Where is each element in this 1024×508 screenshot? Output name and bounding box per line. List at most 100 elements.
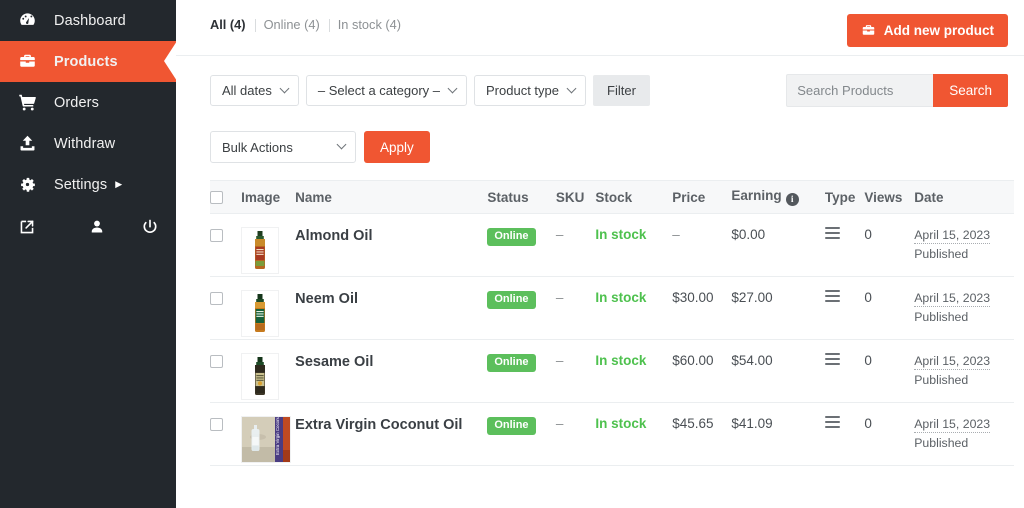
product-type-icon[interactable] bbox=[824, 227, 840, 239]
header-type: Type bbox=[824, 180, 865, 214]
product-thumbnail[interactable]: Extra Virgin Coconut Oil bbox=[241, 416, 292, 463]
product-sku: – bbox=[555, 227, 564, 242]
product-stock: In stock bbox=[595, 290, 647, 305]
date-filter-select[interactable]: All dates bbox=[210, 75, 299, 106]
product-price: – bbox=[672, 227, 680, 242]
product-sku: – bbox=[555, 416, 564, 431]
product-type-icon[interactable] bbox=[824, 290, 840, 302]
select-all-checkbox[interactable] bbox=[210, 191, 223, 205]
product-views: 0 bbox=[864, 290, 872, 305]
products-table-wrapper: Image Name Status SKU Stock Price Earnin… bbox=[176, 163, 1024, 466]
info-icon[interactable]: i bbox=[785, 193, 799, 207]
product-views: 0 bbox=[864, 416, 872, 431]
header-views: Views bbox=[864, 180, 915, 214]
topbar: All (4) Online (4) In stock (4) Add new … bbox=[176, 0, 1024, 52]
sidebar-item-orders[interactable]: Orders bbox=[0, 82, 176, 123]
gear-icon bbox=[18, 175, 44, 194]
add-new-product-label: Add new product bbox=[883, 23, 994, 38]
product-name[interactable]: Almond Oil bbox=[295, 228, 372, 244]
power-icon[interactable] bbox=[124, 218, 176, 236]
header-name[interactable]: Name bbox=[295, 180, 488, 214]
product-name[interactable]: Sesame Oil bbox=[295, 354, 373, 370]
search-button[interactable]: Search bbox=[933, 74, 1008, 107]
filter-bar: All dates – Select a category – Product … bbox=[176, 56, 1024, 107]
svg-text:Extra Virgin Coconut Oil: Extra Virgin Coconut Oil bbox=[275, 417, 280, 455]
external-link-icon[interactable] bbox=[18, 218, 70, 236]
header-sku: SKU bbox=[555, 180, 596, 214]
table-row: Extra Virgin Coconut Oil Extra Virgin Co… bbox=[210, 402, 1014, 466]
row-checkbox[interactable] bbox=[210, 354, 223, 368]
status-badge: Online bbox=[487, 291, 536, 309]
sidebar-item-label: Orders bbox=[54, 94, 99, 111]
header-image: Image bbox=[241, 180, 296, 214]
product-date: April 15, 2023 bbox=[914, 291, 991, 307]
table-head: Image Name Status SKU Stock Price Earnin… bbox=[210, 180, 1014, 214]
product-thumbnail[interactable] bbox=[241, 227, 280, 274]
product-sku: – bbox=[555, 353, 564, 368]
header-earning-label: Earning bbox=[731, 187, 782, 203]
product-date-status: Published bbox=[914, 247, 969, 261]
products-table: Image Name Status SKU Stock Price Earnin… bbox=[210, 180, 1014, 466]
product-thumbnail[interactable] bbox=[241, 290, 280, 337]
product-date: April 15, 2023 bbox=[914, 354, 991, 370]
product-earning: $0.00 bbox=[731, 227, 766, 242]
table-row: Sesame Oil Online – In stock $60.00 $54.… bbox=[210, 339, 1014, 403]
sidebar-item-dashboard[interactable]: Dashboard bbox=[0, 0, 176, 41]
date-filter-value: All dates bbox=[222, 83, 272, 98]
add-new-product-button[interactable]: Add new product bbox=[846, 14, 1008, 47]
status-badge: Online bbox=[487, 354, 536, 372]
status-badge: Online bbox=[487, 417, 536, 435]
bulk-actions-bar: Bulk Actions Apply bbox=[176, 107, 1024, 163]
category-filter-value: – Select a category – bbox=[317, 83, 441, 98]
sidebar-footer bbox=[0, 205, 176, 249]
product-thumbnail[interactable] bbox=[241, 353, 280, 400]
product-type-filter-select[interactable]: Product type bbox=[474, 75, 587, 106]
product-type-icon[interactable] bbox=[824, 416, 840, 428]
chevron-right-icon: ▶ bbox=[115, 179, 123, 189]
bulk-actions-select[interactable]: Bulk Actions bbox=[210, 131, 356, 163]
header-status: Status bbox=[487, 180, 556, 214]
header-price[interactable]: Price bbox=[672, 180, 732, 214]
filter-button[interactable]: Filter bbox=[593, 75, 650, 106]
upload-icon bbox=[18, 134, 44, 153]
sidebar-item-withdraw[interactable]: Withdraw bbox=[0, 123, 176, 164]
product-date: April 15, 2023 bbox=[914, 417, 991, 433]
product-sku: – bbox=[555, 290, 564, 305]
tab-in-stock[interactable]: In stock (4) bbox=[328, 17, 410, 33]
sidebar-item-products[interactable]: Products bbox=[0, 41, 177, 82]
row-checkbox[interactable] bbox=[210, 417, 223, 431]
user-icon[interactable] bbox=[70, 218, 124, 236]
product-date-status: Published bbox=[914, 436, 969, 450]
product-name[interactable]: Neem Oil bbox=[295, 291, 358, 307]
product-price: $30.00 bbox=[672, 290, 714, 305]
product-name[interactable]: Extra Virgin Coconut Oil bbox=[295, 417, 462, 433]
sidebar: Dashboard Products Orders Withdraw Setti… bbox=[0, 0, 177, 508]
header-earning: Earning i bbox=[731, 180, 825, 214]
status-tabs: All (4) Online (4) In stock (4) bbox=[210, 14, 410, 33]
product-price: $45.65 bbox=[672, 416, 714, 431]
apply-button[interactable]: Apply bbox=[364, 131, 430, 163]
product-views: 0 bbox=[864, 353, 872, 368]
header-stock: Stock bbox=[595, 180, 673, 214]
filter-controls: All dates – Select a category – Product … bbox=[210, 75, 650, 106]
product-date-status: Published bbox=[914, 310, 969, 324]
row-checkbox[interactable] bbox=[210, 291, 223, 305]
sidebar-item-label: Dashboard bbox=[54, 12, 126, 29]
product-earning: $54.00 bbox=[731, 353, 773, 368]
product-stock: In stock bbox=[595, 416, 647, 431]
select-all-header bbox=[210, 180, 242, 214]
category-filter-select[interactable]: – Select a category – bbox=[305, 75, 468, 106]
status-badge: Online bbox=[487, 228, 536, 246]
sidebar-item-settings[interactable]: Settings ▶ bbox=[0, 164, 176, 205]
table-header-row: Image Name Status SKU Stock Price Earnin… bbox=[210, 180, 1014, 214]
product-price: $60.00 bbox=[672, 353, 714, 368]
product-type-icon[interactable] bbox=[824, 353, 840, 365]
tab-all[interactable]: All (4) bbox=[210, 17, 255, 33]
cart-icon bbox=[18, 93, 44, 112]
header-date[interactable]: Date bbox=[914, 180, 1014, 214]
product-earning: $27.00 bbox=[731, 290, 773, 305]
tab-online[interactable]: Online (4) bbox=[254, 17, 329, 33]
row-checkbox[interactable] bbox=[210, 228, 223, 242]
search-input[interactable] bbox=[786, 74, 934, 107]
sidebar-item-label: Withdraw bbox=[54, 135, 116, 152]
